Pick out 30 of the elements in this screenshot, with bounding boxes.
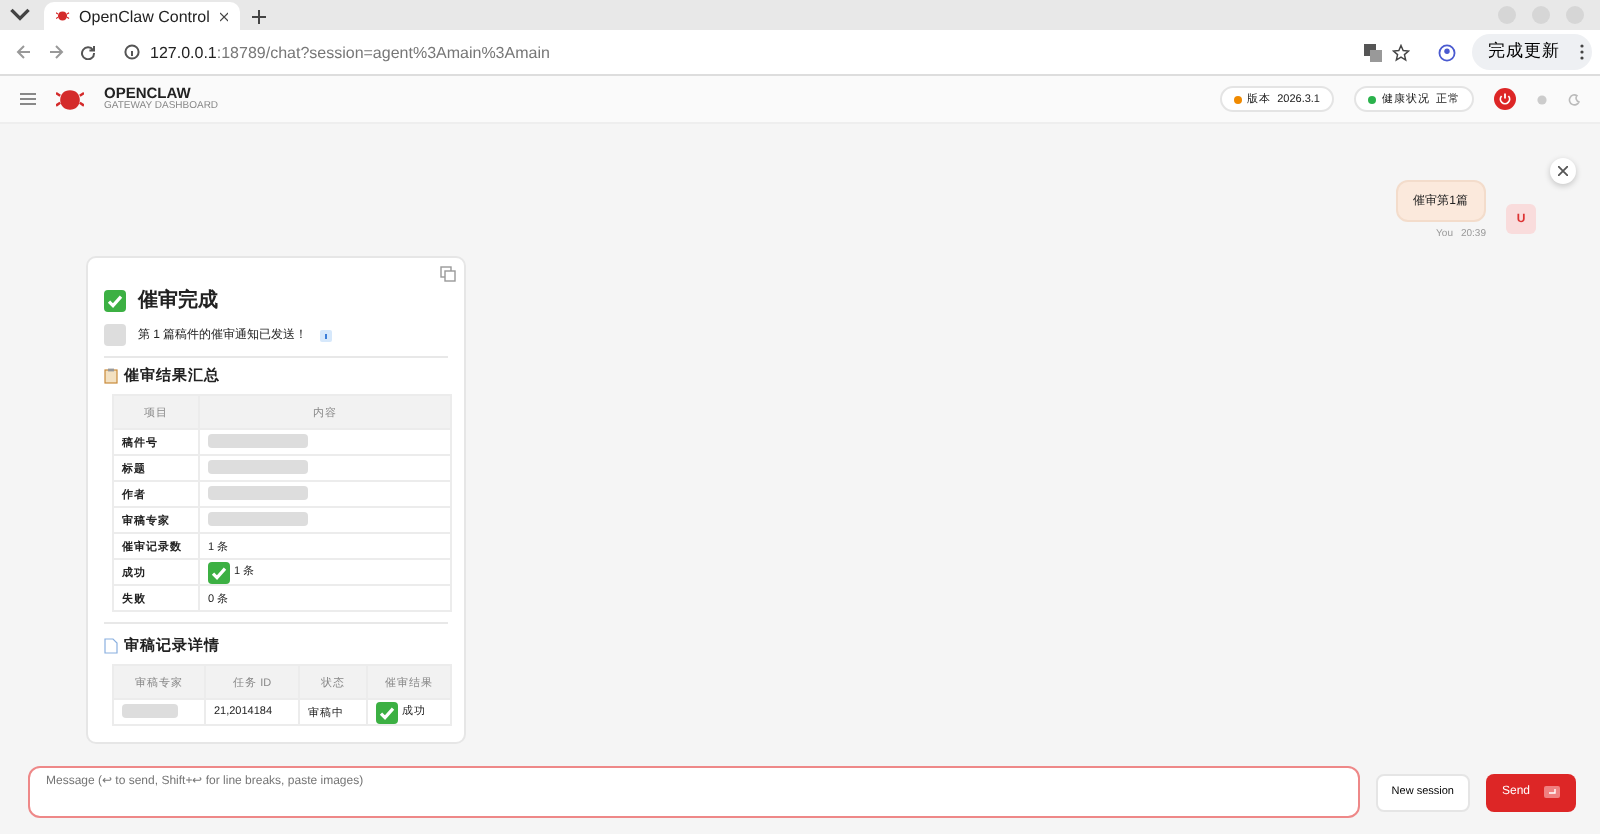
lobster-logo-icon [56,85,84,113]
lobster-icon [56,8,70,24]
forward-icon[interactable] [48,44,64,60]
redacted-block [122,703,178,717]
url-text[interactable]: 127.0.0.1:18789/chat?session=agent%3Amain%3Amain [150,43,550,61]
close-icon [1558,166,1568,176]
info-icon [319,329,332,341]
check-icon [104,289,126,311]
star-icon[interactable] [1392,43,1410,61]
browser-tab[interactable]: OpenClaw Control [44,2,240,30]
close-tab-icon[interactable] [219,11,228,21]
enter-key-icon [1544,786,1560,798]
tab-list-icon[interactable] [8,4,32,26]
copy-icon[interactable] [440,266,456,282]
redacted-block [104,324,126,346]
power-icon[interactable] [1494,88,1516,110]
reply-title: 催审完成 [138,286,218,314]
check-icon [208,561,230,583]
reload-icon[interactable] [80,44,96,60]
site-info-icon[interactable] [124,44,140,60]
profile-icon[interactable] [1438,43,1456,61]
menu-icon[interactable] [20,92,36,106]
clipboard-icon [104,368,118,384]
back-icon[interactable] [16,44,32,60]
new-tab-icon[interactable] [252,10,266,24]
check-icon [375,701,398,723]
close-button[interactable] [1550,158,1576,184]
translate-icon[interactable] [1364,43,1382,61]
update-button[interactable]: 完成更新 [1472,34,1592,70]
document-icon [104,638,118,654]
